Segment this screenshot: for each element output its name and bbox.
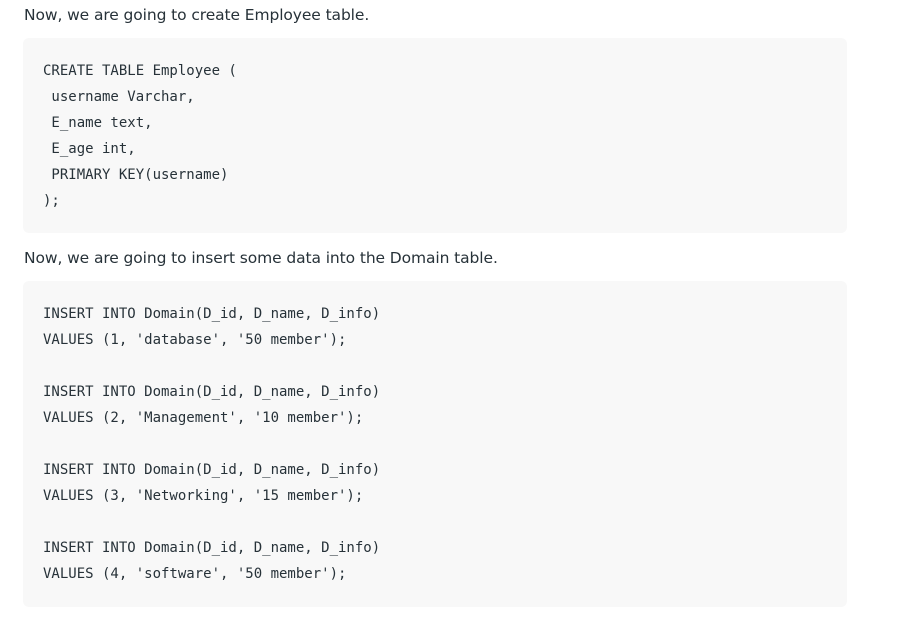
code-line: INSERT INTO Domain(D_id, D_name, D_info) [43, 462, 381, 478]
intro-create-paragraph: Now, we are going to create Employee tab… [24, 6, 370, 24]
code-line: INSERT INTO Domain(D_id, D_name, D_info) [43, 540, 381, 556]
code-line: VALUES (3, 'Networking', '15 member'); [43, 488, 364, 504]
code-line: INSERT INTO Domain(D_id, D_name, D_info) [43, 306, 381, 322]
code-line: CREATE TABLE Employee ( [43, 63, 237, 79]
code-line: INSERT INTO Domain(D_id, D_name, D_info) [43, 384, 381, 400]
code-line: VALUES (4, 'software', '50 member'); [43, 566, 347, 582]
code-line: ); [43, 193, 60, 209]
code-line: VALUES (2, 'Management', '10 member'); [43, 410, 364, 426]
code-line: PRIMARY KEY(username) [43, 167, 229, 183]
insert-data-code-block: INSERT INTO Domain(D_id, D_name, D_info)… [23, 281, 847, 607]
intro-insert-paragraph: Now, we are going to insert some data in… [24, 249, 498, 267]
code-line: username Varchar, [43, 89, 195, 105]
code-line: VALUES (1, 'database', '50 member'); [43, 332, 347, 348]
code-line: E_name text, [43, 115, 153, 131]
code-line: E_age int, [43, 141, 136, 157]
create-table-code-block: CREATE TABLE Employee ( username Varchar… [23, 38, 847, 233]
